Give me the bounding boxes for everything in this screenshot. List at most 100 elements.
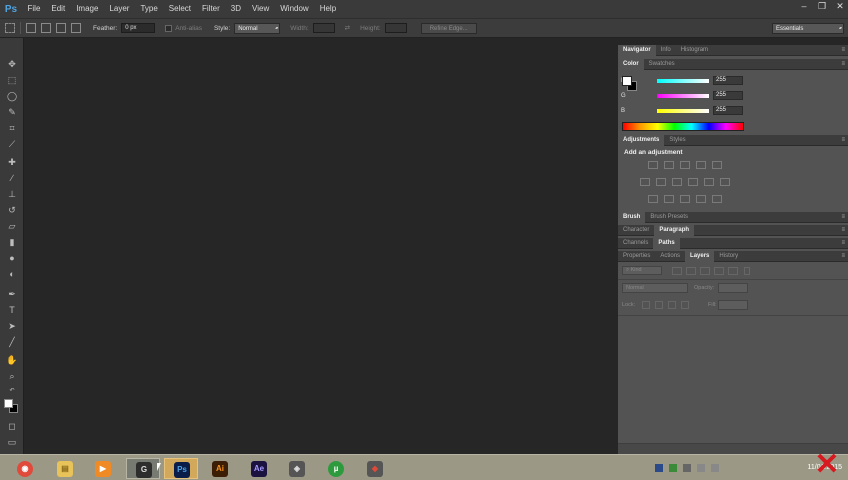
vibrance-adjustment-icon[interactable] <box>640 178 650 186</box>
blur-tool-icon[interactable]: ● <box>5 252 19 264</box>
panel-menu-icon[interactable]: ≡ <box>841 59 845 70</box>
lock-all-icon[interactable] <box>681 301 689 309</box>
hand-tool-icon[interactable]: ✋ <box>5 354 19 366</box>
tab-histogram[interactable]: Histogram <box>676 45 713 56</box>
menu-3d[interactable]: 3D <box>225 0 246 18</box>
brush-tool-icon[interactable]: ∕ <box>5 172 19 184</box>
menu-type[interactable]: Type <box>135 0 163 18</box>
taskbar-photoshop[interactable]: Ps <box>164 458 198 479</box>
taskbar-utorrent[interactable]: µ <box>319 458 353 479</box>
exposure-adjustment-icon[interactable] <box>696 161 706 169</box>
lock-position-icon[interactable] <box>668 301 676 309</box>
zoom-tool-icon[interactable]: ⌕ <box>5 370 19 382</box>
swap-colors-icon[interactable]: ↶ <box>5 385 19 397</box>
refine-edge-button[interactable]: Refine Edge... <box>420 22 477 34</box>
menu-filter[interactable]: Filter <box>197 0 226 18</box>
foreground-color-swatch[interactable] <box>4 399 13 408</box>
marquee-tool-icon[interactable]: ⬚ <box>5 74 19 86</box>
network-icon[interactable] <box>711 464 719 472</box>
style-select[interactable]: Normal <box>234 22 281 34</box>
tray-icon[interactable] <box>655 464 663 472</box>
kind-filter-select[interactable]: ⌕ Kind <box>622 266 662 275</box>
menu-file[interactable]: File <box>22 0 46 18</box>
panel-menu-icon[interactable]: ≡ <box>841 45 845 56</box>
black-white-adjustment-icon[interactable] <box>688 178 698 186</box>
healing-brush-tool-icon[interactable]: ✚ <box>5 156 19 168</box>
taskbar-after-effects[interactable]: Ae <box>242 458 276 479</box>
tab-swatches[interactable]: Swatches <box>644 59 680 70</box>
lasso-tool-icon[interactable]: ◯ <box>5 90 19 102</box>
panel-menu-icon[interactable]: ≡ <box>841 238 845 249</box>
clone-stamp-tool-icon[interactable]: ⊥ <box>5 188 19 200</box>
menu-select[interactable]: Select <box>163 0 196 18</box>
dodge-tool-icon[interactable]: ◐ <box>5 268 19 280</box>
eyedropper-tool-icon[interactable]: ⟋ <box>5 138 19 150</box>
curves-adjustment-icon[interactable] <box>680 161 690 169</box>
brightness-adjustment-icon[interactable] <box>648 161 658 169</box>
taskbar-chrome[interactable]: ◉ <box>8 458 42 479</box>
tab-character[interactable]: Character <box>618 225 654 236</box>
screen-mode-icon[interactable]: ▭ <box>5 436 19 448</box>
invert-adjustment-icon[interactable] <box>648 195 658 203</box>
minimize-icon[interactable]: – <box>798 1 810 11</box>
menu-window[interactable]: Window <box>275 0 314 18</box>
panel-menu-icon[interactable]: ≡ <box>841 212 845 223</box>
menu-help[interactable]: Help <box>314 0 341 18</box>
threshold-adjustment-icon[interactable] <box>680 195 690 203</box>
shape-filter-icon[interactable] <box>714 267 724 275</box>
photo-filter-adjustment-icon[interactable] <box>704 178 714 186</box>
smart-object-filter-icon[interactable] <box>728 267 738 275</box>
gradient-map-adjustment-icon[interactable] <box>696 195 706 203</box>
workspace-select[interactable]: Essentials <box>772 23 844 34</box>
fill-input[interactable] <box>718 300 748 310</box>
lock-transparency-icon[interactable] <box>642 301 650 309</box>
feather-input[interactable]: 0 px <box>121 23 156 33</box>
opacity-input[interactable] <box>718 283 748 293</box>
panel-menu-icon[interactable]: ≡ <box>841 135 845 146</box>
tab-brush[interactable]: Brush <box>618 211 646 223</box>
color-spectrum[interactable] <box>622 122 744 131</box>
menu-view[interactable]: View <box>247 0 275 18</box>
quick-selection-tool-icon[interactable]: ✎ <box>5 106 19 118</box>
taskbar-app-10[interactable]: ◆ <box>358 458 392 479</box>
green-slider[interactable] <box>657 93 709 98</box>
height-input[interactable] <box>384 23 407 33</box>
intersect-selection-icon[interactable] <box>71 23 81 33</box>
tab-info[interactable]: Info <box>656 45 676 56</box>
taskbar-app-g[interactable]: G <box>126 458 160 479</box>
tab-paths[interactable]: Paths <box>653 237 680 249</box>
tab-properties[interactable]: Properties <box>618 251 655 262</box>
eraser-tool-icon[interactable]: ▱ <box>5 220 19 232</box>
blend-mode-select[interactable]: Normal <box>622 283 688 293</box>
history-brush-tool-icon[interactable]: ↺ <box>5 204 19 216</box>
pen-tool-icon[interactable]: ✒ <box>5 288 19 300</box>
new-selection-icon[interactable] <box>26 23 36 33</box>
tab-adjustments[interactable]: Adjustments <box>618 134 665 146</box>
blue-value[interactable]: 255 <box>713 106 743 115</box>
panel-menu-icon[interactable]: ≡ <box>841 251 845 262</box>
tray-icon[interactable] <box>683 464 691 472</box>
selective-color-adjustment-icon[interactable] <box>712 195 722 203</box>
volume-icon[interactable] <box>697 464 705 472</box>
green-value[interactable]: 255 <box>713 91 743 100</box>
menu-layer[interactable]: Layer <box>104 0 135 18</box>
add-selection-icon[interactable] <box>41 23 51 33</box>
swap-icon[interactable]: ⇄ <box>345 24 350 32</box>
tab-brush-presets[interactable]: Brush Presets <box>645 212 693 223</box>
layers-list[interactable] <box>618 315 848 443</box>
tab-color[interactable]: Color <box>618 58 644 70</box>
crop-tool-icon[interactable]: ⌗ <box>5 122 19 134</box>
subtract-selection-icon[interactable] <box>56 23 66 33</box>
red-slider[interactable] <box>657 78 709 83</box>
tab-history[interactable]: History <box>714 251 743 262</box>
gradient-adjustment-icon[interactable] <box>712 161 722 169</box>
color-balance-adjustment-icon[interactable] <box>672 178 682 186</box>
path-selection-tool-icon[interactable]: ➤ <box>5 320 19 332</box>
tray-icon[interactable] <box>669 464 677 472</box>
filter-toggle-icon[interactable] <box>744 267 750 275</box>
document-area[interactable] <box>25 38 616 454</box>
move-tool-icon[interactable]: ✥ <box>5 58 19 70</box>
gradient-tool-icon[interactable]: ▮ <box>5 236 19 248</box>
close-icon[interactable]: ✕ <box>834 1 846 11</box>
width-input[interactable] <box>312 23 335 33</box>
